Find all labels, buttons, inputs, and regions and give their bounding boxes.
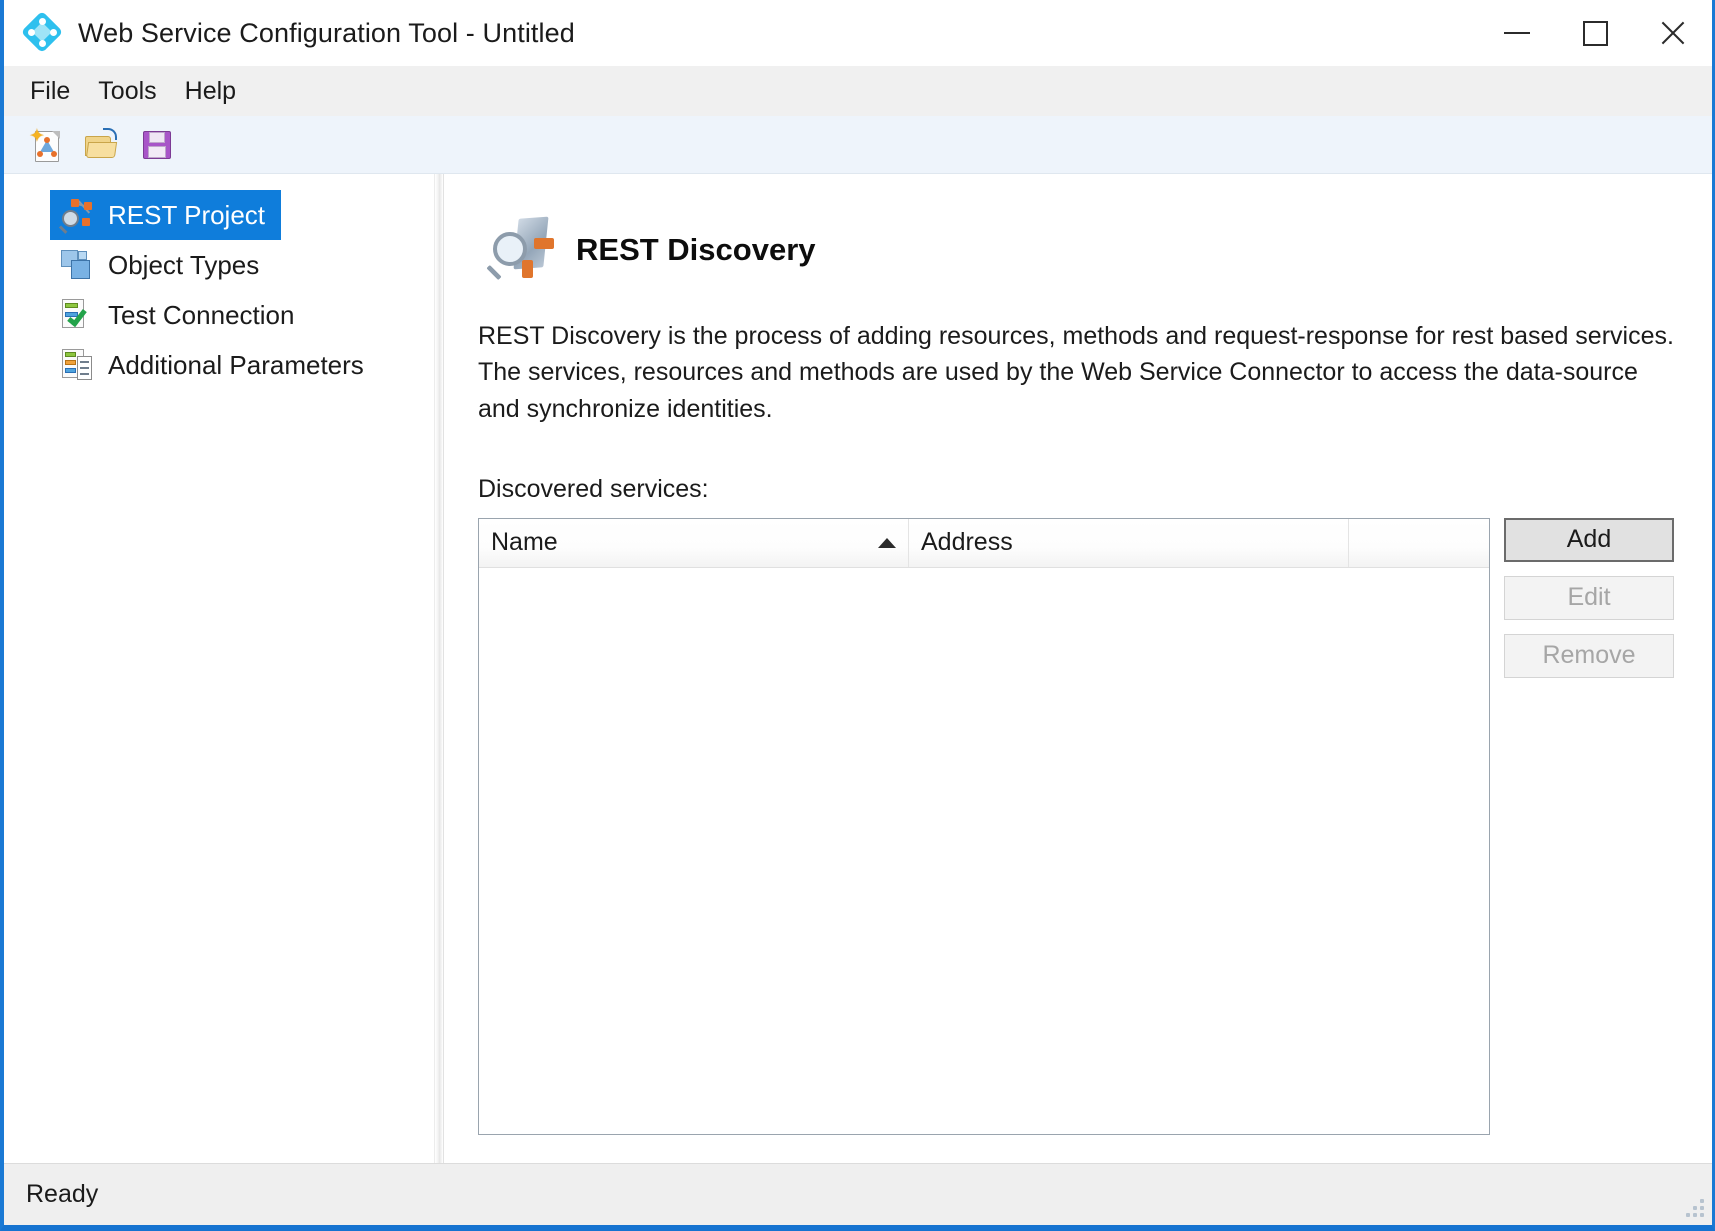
maximize-button[interactable] xyxy=(1556,0,1634,66)
column-header-name[interactable]: Name xyxy=(479,518,909,567)
page-description: REST Discovery is the process of adding … xyxy=(478,322,1674,423)
edit-button[interactable]: Edit xyxy=(1504,575,1674,620)
column-header-label: Name xyxy=(491,528,558,557)
sidebar-item-additional-parameters[interactable]: Additional Parameters xyxy=(50,340,380,390)
discovered-services-label: Discovered services: xyxy=(478,474,709,503)
discovered-services-list[interactable]: Name Address xyxy=(478,517,1490,1135)
additional-parameters-icon xyxy=(60,348,94,382)
list-action-buttons: Add Edit Remove xyxy=(1504,517,1674,1135)
minimize-icon xyxy=(1504,32,1530,34)
list-header: Name Address xyxy=(479,518,1489,568)
sidebar-item-test-connection[interactable]: Test Connection xyxy=(50,290,310,340)
column-header-label: Address xyxy=(921,528,1013,557)
pane-splitter[interactable] xyxy=(434,174,444,1163)
menu-tools[interactable]: Tools xyxy=(84,73,170,110)
tool-bar: ✦ xyxy=(4,116,1712,174)
test-connection-icon xyxy=(60,298,94,332)
object-types-icon xyxy=(60,248,94,282)
window-title: Web Service Configuration Tool - Untitle… xyxy=(78,17,575,48)
rest-project-icon xyxy=(58,198,94,234)
save-project-button[interactable] xyxy=(132,121,182,169)
page-title: REST Discovery xyxy=(576,232,816,267)
new-project-button[interactable]: ✦ xyxy=(20,121,70,169)
sidebar-item-label: Test Connection xyxy=(108,299,295,330)
close-icon xyxy=(1658,18,1688,48)
add-button[interactable]: Add xyxy=(1504,517,1674,562)
menu-file[interactable]: File xyxy=(16,73,84,110)
sort-ascending-icon xyxy=(878,537,896,548)
column-header-extra[interactable] xyxy=(1349,519,1489,567)
open-folder-icon xyxy=(83,127,119,162)
menu-help[interactable]: Help xyxy=(171,73,250,110)
save-floppy-icon xyxy=(141,129,173,161)
list-body-empty[interactable] xyxy=(479,567,1489,1134)
status-bar: Ready xyxy=(4,1163,1712,1225)
sidebar-item-object-types[interactable]: Object Types xyxy=(50,240,275,290)
close-button[interactable] xyxy=(1634,0,1712,66)
application-window: Web Service Configuration Tool - Untitle… xyxy=(0,0,1715,1231)
maximize-icon xyxy=(1582,20,1608,46)
remove-button[interactable]: Remove xyxy=(1504,633,1674,678)
diamond-logo-icon xyxy=(20,10,64,54)
rest-discovery-icon xyxy=(486,216,564,284)
page-header: REST Discovery xyxy=(486,216,1674,284)
window-controls xyxy=(1478,0,1712,66)
column-header-address[interactable]: Address xyxy=(909,518,1349,567)
main-body: REST Project Object Types Test Connectio… xyxy=(4,174,1712,1163)
list-and-buttons-row: Name Address Add Edit Remove xyxy=(478,517,1674,1163)
minimize-button[interactable] xyxy=(1478,0,1556,66)
new-document-icon: ✦ xyxy=(29,127,61,163)
navigation-tree: REST Project Object Types Test Connectio… xyxy=(4,174,434,1163)
title-bar: Web Service Configuration Tool - Untitle… xyxy=(4,0,1712,66)
status-text: Ready xyxy=(26,1180,99,1208)
sidebar-item-label: Object Types xyxy=(108,249,260,280)
open-project-button[interactable] xyxy=(76,121,126,169)
sidebar-item-rest-project[interactable]: REST Project xyxy=(50,190,282,240)
resize-grip-icon[interactable] xyxy=(1684,1199,1706,1221)
menu-bar: File Tools Help xyxy=(4,66,1712,116)
content-pane: REST Discovery REST Discovery is the pro… xyxy=(444,174,1712,1163)
sidebar-item-label: REST Project xyxy=(108,199,266,230)
sidebar-item-label: Additional Parameters xyxy=(108,349,364,380)
